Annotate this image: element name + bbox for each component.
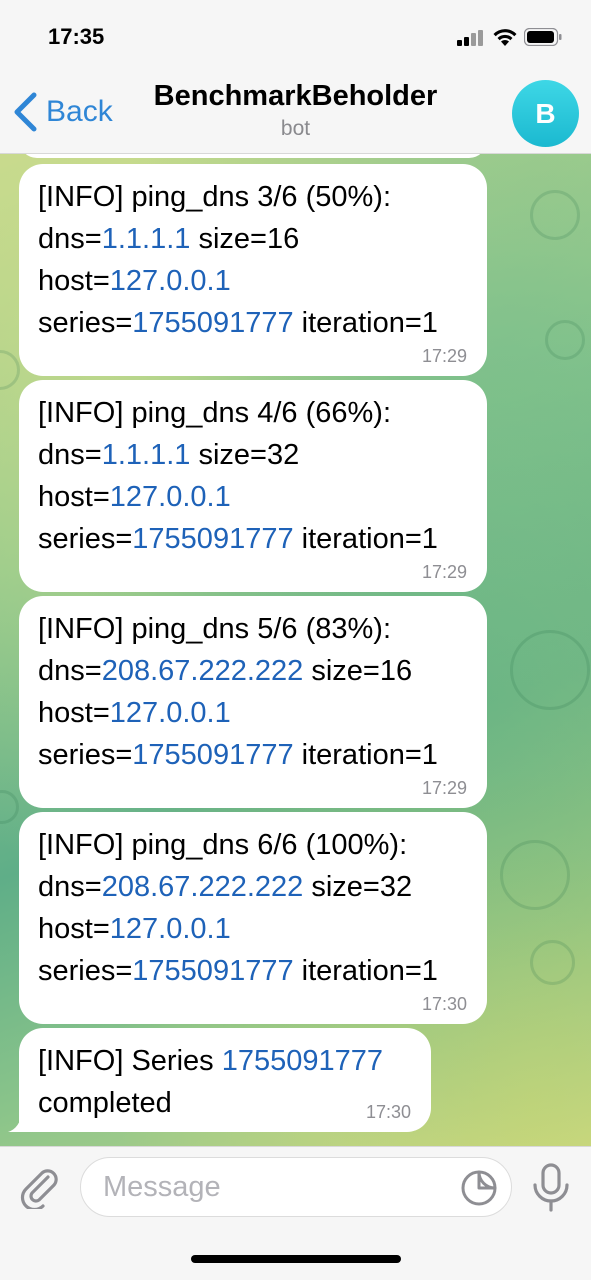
message-bubble: [INFO] ping_dns 3/6 (50%): dns=1.1.1.1 s… [19, 164, 487, 376]
message-line: dns=208.67.222.222 size=32 [38, 871, 413, 903]
message-line: completed [38, 1087, 172, 1119]
message-line: series=1755091777 iteration=1 [38, 307, 438, 339]
paperclip-icon[interactable] [18, 1165, 62, 1209]
message-line: [INFO] ping_dns 4/6 (66%): [38, 397, 391, 429]
dns-link[interactable]: 208.67.222.222 [102, 871, 304, 903]
status-time: 17:35 [48, 24, 105, 49]
series-link[interactable]: 1755091777 [132, 955, 293, 987]
message-line: series=1755091777 iteration=1 [38, 739, 438, 771]
chevron-left-icon [14, 92, 37, 132]
message-line: [INFO] ping_dns 3/6 (50%): [38, 181, 391, 213]
bubble-tail-icon [8, 1112, 28, 1132]
host-link[interactable]: 127.0.0.1 [110, 265, 231, 297]
message-line: dns=1.1.1.1 size=16 [38, 223, 300, 255]
host-link[interactable]: 127.0.0.1 [110, 697, 231, 729]
message-bubble: [INFO] ping_dns 6/6 (100%): dns=208.67.2… [19, 812, 487, 1024]
message-line: [INFO] Series 1755091777 [38, 1045, 383, 1077]
message-bubble: [INFO] ping_dns 5/6 (83%): dns=208.67.22… [19, 596, 487, 808]
message-line: host=127.0.0.1 [38, 913, 231, 945]
status-bar: 17:35 [0, 0, 591, 72]
host-link[interactable]: 127.0.0.1 [110, 913, 231, 945]
message-line: [INFO] ping_dns 5/6 (83%): [38, 613, 391, 645]
message-bubble: [INFO] ping_dns 4/6 (66%): dns=1.1.1.1 s… [19, 380, 487, 592]
sticker-icon[interactable] [460, 1169, 498, 1207]
message-time: 17:29 [421, 346, 467, 366]
message-line: [INFO] ping_dns 6/6 (100%): [38, 829, 408, 861]
message-time: 17:30 [421, 994, 467, 1014]
wifi-icon [493, 29, 517, 46]
message-line: dns=1.1.1.1 size=32 [38, 439, 300, 471]
message-input[interactable] [80, 1157, 512, 1217]
message-time: 17:29 [421, 778, 467, 798]
series-link[interactable]: 1755091777 [222, 1045, 383, 1077]
back-label: Back [46, 95, 113, 128]
avatar[interactable]: B [512, 80, 579, 147]
series-link[interactable]: 1755091777 [132, 307, 293, 339]
message-time: 17:30 [365, 1102, 411, 1122]
host-link[interactable]: 127.0.0.1 [110, 481, 231, 513]
microphone-icon[interactable] [530, 1163, 572, 1213]
message-line: series=1755091777 iteration=1 [38, 955, 438, 987]
dns-link[interactable]: 1.1.1.1 [102, 439, 191, 471]
dns-link[interactable]: 208.67.222.222 [102, 655, 304, 687]
message-line: host=127.0.0.1 [38, 265, 231, 297]
message-bubble-last: [INFO] Series 1755091777 completed 17:30 [19, 1028, 431, 1132]
back-button[interactable]: Back [12, 90, 132, 134]
message-time: 17:29 [421, 562, 467, 582]
message-line: dns=208.67.222.222 size=16 [38, 655, 413, 687]
chat-header: Back BenchmarkBeholder bot B [0, 72, 591, 154]
message-line: host=127.0.0.1 [38, 481, 231, 513]
cellular-signal-icon [457, 30, 483, 46]
message-input-bar [0, 1146, 591, 1280]
series-link[interactable]: 1755091777 [132, 523, 293, 555]
home-indicator [191, 1255, 401, 1263]
message-line: host=127.0.0.1 [38, 697, 231, 729]
message-line: series=1755091777 iteration=1 [38, 523, 438, 555]
battery-icon [524, 28, 562, 46]
series-link[interactable]: 1755091777 [132, 739, 293, 771]
dns-link[interactable]: 1.1.1.1 [102, 223, 191, 255]
